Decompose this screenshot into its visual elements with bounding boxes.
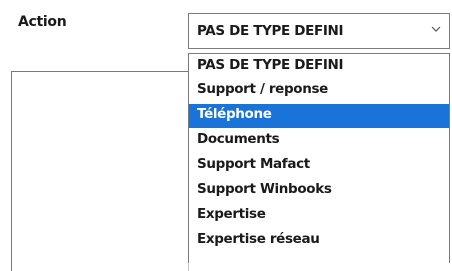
option-support-mafact[interactable]: Support Mafact (189, 154, 449, 178)
option-pas-de-type-defini[interactable]: PAS DE TYPE DEFINI (189, 55, 449, 79)
notes-panel[interactable] (11, 71, 189, 271)
option-expertise-reseau[interactable]: Expertise réseau (189, 229, 449, 253)
option-expertise[interactable]: Expertise (189, 204, 449, 228)
action-select[interactable]: PAS DE TYPE DEFINI (188, 13, 450, 49)
option-documents[interactable]: Documents (189, 129, 449, 153)
action-label: Action (18, 14, 67, 30)
option-support-winbooks[interactable]: Support Winbooks (189, 179, 449, 203)
option-telephone[interactable]: Téléphone (189, 104, 449, 128)
chevron-down-icon[interactable] (429, 22, 443, 36)
action-dropdown-list: PAS DE TYPE DEFINI Support / reponse Tél… (188, 53, 450, 263)
action-select-value: PAS DE TYPE DEFINI (197, 23, 344, 39)
option-support-reponse[interactable]: Support / reponse (189, 79, 449, 103)
